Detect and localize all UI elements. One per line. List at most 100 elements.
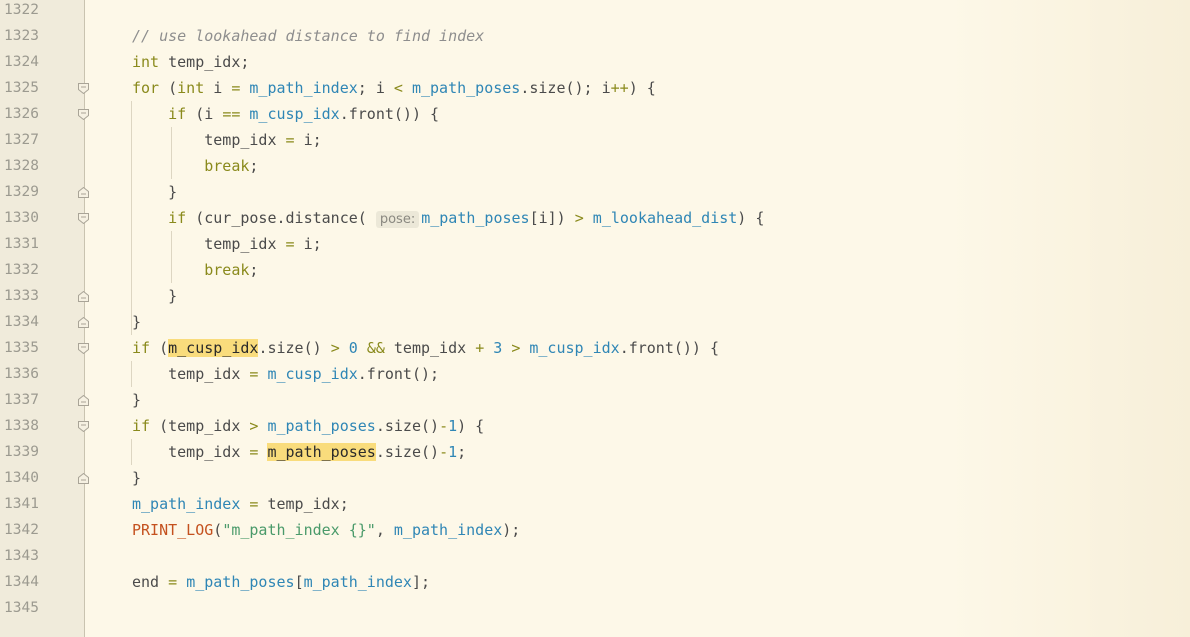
code-line[interactable]: 1329 }	[0, 179, 1190, 205]
code-token: ];	[411, 573, 431, 591]
code-line[interactable]: 1327 temp_idx = i;	[0, 127, 1190, 153]
code-token: =	[168, 573, 178, 591]
code-token: ) {	[628, 79, 656, 97]
code-text: temp_idx = i;	[132, 231, 321, 257]
code-token: }	[132, 313, 142, 331]
code-token: m_cusp_idx	[529, 339, 620, 357]
code-text: break;	[132, 257, 258, 283]
code-line[interactable]: 1322	[0, 0, 1190, 23]
code-line[interactable]: 1343	[0, 543, 1190, 569]
fold-open-icon[interactable]	[78, 109, 89, 120]
parameter-hint: pose:	[375, 211, 420, 228]
fold-close-icon[interactable]	[78, 473, 89, 484]
line-number[interactable]: 1327	[4, 127, 39, 153]
code-text: PRINT_LOG("m_path_index {}", m_path_inde…	[132, 517, 520, 543]
code-line[interactable]: 1345	[0, 595, 1190, 621]
line-number[interactable]: 1337	[4, 387, 39, 413]
line-number[interactable]: 1341	[4, 491, 39, 517]
line-number[interactable]: 1342	[4, 517, 39, 543]
line-number[interactable]: 1330	[4, 205, 39, 231]
code-line[interactable]: 1339 temp_idx = m_path_poses.size()-1;	[0, 439, 1190, 465]
line-number[interactable]: 1335	[4, 335, 39, 361]
code-token: m_lookahead_dist	[592, 209, 738, 227]
line-number[interactable]: 1336	[4, 361, 39, 387]
code-line[interactable]: 1325 for (int i = m_path_index; i < m_pat…	[0, 75, 1190, 101]
line-number[interactable]: 1339	[4, 439, 39, 465]
code-line[interactable]: 1341 m_path_index = temp_idx;	[0, 491, 1190, 517]
code-line[interactable]: 1340}	[0, 465, 1190, 491]
code-token: (	[150, 339, 169, 357]
line-number[interactable]: 1329	[4, 179, 39, 205]
code-token: m_path_index	[249, 79, 358, 97]
code-editor[interactable]: 1322 1323 // use lookahead distance to fin…	[0, 0, 1190, 637]
code-token: temp_idx;	[159, 53, 250, 71]
code-token: m_path_index	[132, 495, 241, 513]
code-token: m_path_poses	[421, 209, 530, 227]
code-line[interactable]: 1335 if (m_cusp_idx.size() > 0 && temp_id…	[0, 335, 1190, 361]
code-token: "m_path_index {}"	[222, 521, 376, 539]
code-line[interactable]: 1342 PRINT_LOG("m_path_index {}", m_path_…	[0, 517, 1190, 543]
code-token: >	[330, 339, 340, 357]
line-number[interactable]: 1332	[4, 257, 39, 283]
line-number[interactable]: 1344	[4, 569, 39, 595]
code-token: m_cusp_idx	[267, 365, 358, 383]
line-number[interactable]: 1328	[4, 153, 39, 179]
code-token: .front()) {	[619, 339, 720, 357]
code-line[interactable]: 1323 // use lookahead distance to find in…	[0, 23, 1190, 49]
code-text: temp_idx = m_cusp_idx.front();	[132, 361, 439, 387]
code-line[interactable]: 1337}	[0, 387, 1190, 413]
line-number[interactable]: 1338	[4, 413, 39, 439]
code-token: ) {	[737, 209, 765, 227]
code-line[interactable]: 1331 temp_idx = i;	[0, 231, 1190, 257]
code-line[interactable]: 1332 break;	[0, 257, 1190, 283]
code-token: temp_idx	[384, 339, 476, 357]
line-number[interactable]: 1324	[4, 49, 39, 75]
fold-close-icon[interactable]	[78, 187, 89, 198]
code-token: i	[204, 79, 232, 97]
code-token: >	[511, 339, 521, 357]
code-token: ++	[610, 79, 629, 97]
code-token: }	[132, 469, 142, 487]
code-line[interactable]: 1326 if (i == m_cusp_idx.front()) {	[0, 101, 1190, 127]
code-line[interactable]: 1336 temp_idx = m_cusp_idx.front();	[0, 361, 1190, 387]
code-token: +	[475, 339, 485, 357]
code-token: .size()	[375, 443, 440, 461]
fold-open-icon[interactable]	[78, 343, 89, 354]
line-number[interactable]: 1322	[4, 0, 39, 23]
fold-open-icon[interactable]	[78, 213, 89, 224]
line-number[interactable]: 1333	[4, 283, 39, 309]
line-number[interactable]: 1323	[4, 23, 39, 49]
fold-close-icon[interactable]	[78, 317, 89, 328]
code-token: ) {	[457, 417, 485, 435]
code-line[interactable]: 1334}	[0, 309, 1190, 335]
code-token: m_path_poses	[186, 573, 295, 591]
line-number[interactable]: 1331	[4, 231, 39, 257]
code-text: }	[132, 179, 177, 205]
code-token: m_cusp_idx	[249, 105, 340, 123]
code-token: ;	[249, 261, 259, 279]
code-line[interactable]: 1333 }	[0, 283, 1190, 309]
code-token: 0	[348, 339, 358, 357]
fold-open-icon[interactable]	[78, 83, 89, 94]
line-number[interactable]: 1345	[4, 595, 39, 621]
code-token: ,	[375, 521, 394, 539]
code-token: );	[502, 521, 521, 539]
code-token: break	[204, 261, 250, 279]
line-number[interactable]: 1326	[4, 101, 39, 127]
code-line[interactable]: 1344 end = m_path_poses[m_path_index];	[0, 569, 1190, 595]
code-token: break	[204, 157, 250, 175]
line-number[interactable]: 1343	[4, 543, 39, 569]
fold-close-icon[interactable]	[78, 291, 89, 302]
line-number[interactable]: 1340	[4, 465, 39, 491]
code-line[interactable]: 1330 if (cur_pose.distance( pose: m_path_…	[0, 205, 1190, 231]
code-line[interactable]: 1338 if (temp_idx > m_path_poses.size()-1…	[0, 413, 1190, 439]
fold-close-icon[interactable]	[78, 395, 89, 406]
line-number[interactable]: 1334	[4, 309, 39, 335]
fold-open-icon[interactable]	[78, 421, 89, 432]
code-line[interactable]: 1328 break;	[0, 153, 1190, 179]
code-line[interactable]: 1324 int temp_idx;	[0, 49, 1190, 75]
line-number[interactable]: 1325	[4, 75, 39, 101]
